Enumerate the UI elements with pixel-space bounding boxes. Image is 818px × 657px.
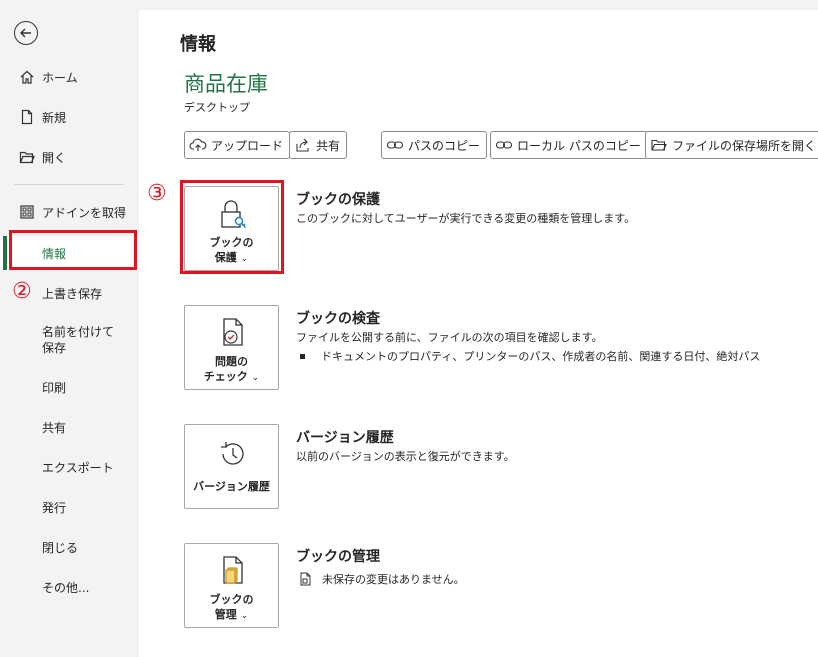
sidebar-item-label: 上書き保存 — [42, 286, 103, 301]
copy-local-path-label: ローカル パスのコピー — [517, 138, 641, 153]
sidebar-item-new[interactable]: 新規 — [0, 100, 139, 134]
section-title: ブックの検査 — [296, 311, 380, 327]
sidebar-item-label: 開く — [42, 150, 67, 165]
sidebar-item-home[interactable]: ホーム — [0, 60, 139, 94]
manage-workbook-label: ブックの 管理 ⌄ — [210, 592, 254, 624]
chevron-down-icon: ⌄ — [240, 611, 249, 621]
home-icon — [19, 69, 35, 85]
share-button[interactable]: 共有 — [289, 131, 348, 159]
open-folder-icon — [19, 149, 35, 165]
manage-document-icon — [215, 554, 249, 588]
sidebar-item-label: 閉じる — [42, 540, 79, 555]
grid-icon — [19, 204, 35, 220]
check-for-issues-label: 問題の チェック ⌄ — [204, 354, 259, 386]
sidebar-item-open[interactable]: 開く — [0, 140, 139, 174]
check-for-issues-button[interactable]: 問題の チェック ⌄ — [184, 305, 279, 390]
copy-local-path-button[interactable]: ローカル パスのコピー — [490, 131, 648, 159]
sidebar-item-close[interactable]: 閉じる — [0, 530, 139, 564]
sidebar-item-label: その他... — [42, 580, 90, 595]
upload-cloud-icon — [189, 137, 207, 153]
share-icon — [294, 137, 312, 153]
section-bullet: ドキュメントのプロパティ、プリンターのパス、作成者の名前、関連する日付、絶対パス — [300, 348, 760, 364]
history-clock-icon — [215, 437, 249, 471]
section-desc: このブックに対してユーザーが実行できる変更の種類を管理します。 — [296, 212, 636, 225]
sidebar-divider — [14, 184, 124, 185]
sidebar-item-label: エクスポート — [42, 460, 114, 475]
annotation-highlight-info — [9, 230, 137, 270]
sidebar-item-label: ホーム — [42, 70, 78, 85]
share-label: 共有 — [316, 138, 341, 153]
file-name: 商品在庫 — [184, 72, 268, 96]
link-icon — [495, 137, 513, 153]
open-file-location-button[interactable]: ファイルの保存場所を開く — [645, 131, 818, 159]
info-pane: 情報 商品在庫 デスクトップ アップロード 共有 パスのコピー ローカル パスの… — [139, 10, 818, 657]
document-check-icon — [215, 316, 249, 350]
section-desc: ファイルを公開する前に、ファイルの次の項目を確認します。 — [296, 331, 603, 344]
sidebar-item-label: 発行 — [42, 500, 67, 515]
open-file-location-label: ファイルの保存場所を開く — [672, 138, 817, 153]
manage-workbook-button[interactable]: ブックの 管理 ⌄ — [184, 543, 279, 628]
version-history-button[interactable]: バージョン履歴 — [184, 424, 279, 509]
sidebar-item-export[interactable]: エクスポート — [0, 450, 139, 484]
sidebar-item-share[interactable]: 共有 — [0, 410, 139, 444]
status-text: 未保存の変更はありません。 — [322, 573, 465, 586]
annotation-step-2: ② — [12, 279, 32, 304]
sidebar-item-print[interactable]: 印刷 — [0, 370, 139, 404]
back-button[interactable] — [14, 21, 38, 45]
sidebar-item-label: 名前を付けて保存 — [42, 325, 115, 355]
back-arrow-icon — [20, 28, 31, 38]
new-document-icon — [19, 109, 35, 125]
sidebar-item-label: 新規 — [42, 110, 67, 125]
document-status-icon — [300, 572, 311, 586]
tile-label-line2: 管理 — [214, 608, 237, 621]
copy-path-button[interactable]: パスのコピー — [381, 131, 488, 159]
page-title: 情報 — [180, 34, 216, 55]
section-title: バージョン履歴 — [296, 430, 394, 446]
sidebar-item-label: 共有 — [42, 420, 67, 435]
active-indicator — [3, 236, 7, 270]
annotation-step-3: ③ — [147, 181, 167, 206]
upload-label: アップロード — [211, 138, 284, 153]
bullet-text: ドキュメントのプロパティ、プリンターのパス、作成者の名前、関連する日付、絶対パス — [321, 350, 761, 363]
folder-icon — [650, 137, 668, 153]
bullet-dot — [300, 353, 305, 359]
version-history-label: バージョン履歴 — [193, 480, 270, 493]
upload-button[interactable]: アップロード — [184, 131, 291, 159]
chevron-down-icon: ⌄ — [251, 373, 260, 383]
annotation-highlight-protect — [180, 180, 284, 274]
sidebar-item-more[interactable]: その他... — [0, 570, 139, 604]
section-title: ブックの管理 — [296, 549, 380, 565]
copy-path-label: パスのコピー — [408, 138, 481, 153]
section-desc: 以前のバージョンの表示と復元ができます。 — [296, 450, 515, 463]
link-icon — [386, 137, 404, 153]
backstage-sidebar: ホーム 新規 開く アドインを取得 情報 上書き保存 名前を付けて保存 印刷 共… — [0, 0, 139, 657]
sidebar-item-save-as[interactable]: 名前を付けて保存 — [0, 318, 139, 358]
sidebar-item-get-addins[interactable]: アドインを取得 — [0, 195, 139, 229]
file-location: デスクトップ — [184, 101, 250, 114]
sidebar-item-label: アドインを取得 — [42, 205, 127, 220]
tile-label-line2: チェック — [203, 370, 248, 383]
sidebar-item-label: 印刷 — [42, 380, 67, 395]
section-title: ブックの保護 — [296, 192, 380, 208]
sidebar-item-publish[interactable]: 発行 — [0, 490, 139, 524]
tile-label-line1: 問題の — [214, 355, 248, 368]
section-status: 未保存の変更はありません。 — [299, 571, 465, 587]
tile-label-line1: ブックの — [209, 593, 254, 606]
